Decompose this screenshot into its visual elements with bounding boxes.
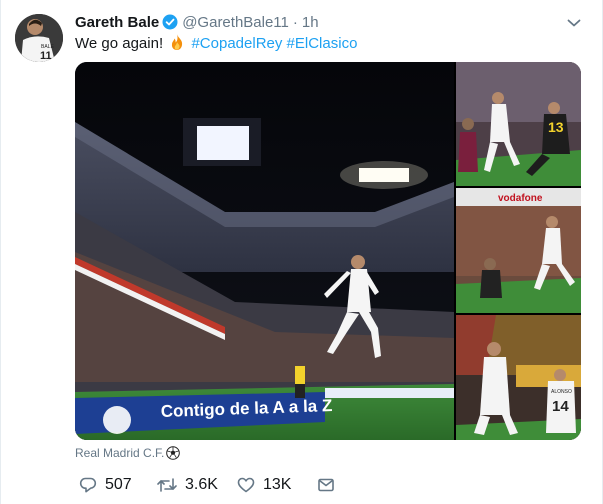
soccer-ball-emoji-icon	[166, 446, 181, 460]
media-attribution[interactable]: Real Madrid C.F.	[75, 446, 181, 460]
reply-button[interactable]: 507	[79, 476, 132, 494]
tweet-actions: 507 3.6K 13K	[75, 476, 375, 496]
like-icon	[237, 477, 255, 493]
reply-icon	[79, 477, 97, 493]
media-photo-side-1[interactable]: 13	[456, 62, 581, 186]
tweet-text: We go again! #CopadelRey #ElClasico	[75, 33, 357, 54]
media-grid: Contigo de la A a la Z 13 vodafone ALONS…	[75, 62, 581, 440]
author-name[interactable]: Gareth Bale	[75, 14, 159, 31]
side-jersey-number-3: 14	[552, 398, 569, 415]
direct-message-icon	[318, 478, 334, 492]
avatar[interactable]: BALE 11	[15, 14, 63, 62]
attribution-label: Real Madrid C.F.	[75, 446, 165, 460]
like-button[interactable]: 13K	[237, 476, 291, 494]
like-count: 13K	[263, 476, 292, 493]
tweet-card[interactable]: BALE 11 Gareth Bale @GarethBale11 · 1h W…	[0, 0, 603, 504]
author-handle[interactable]: @GarethBale11	[182, 14, 289, 31]
retweet-icon	[157, 478, 177, 492]
tweet-timestamp[interactable]: 1h	[302, 14, 319, 31]
tweet-text-body: We go again!	[75, 35, 164, 52]
chevron-down-icon[interactable]	[565, 14, 583, 32]
side-jersey-name-3: ALONSO	[551, 389, 572, 395]
media-photo-main[interactable]: Contigo de la A a la Z	[75, 62, 454, 440]
media-photo-side-2[interactable]: vodafone	[456, 188, 581, 313]
verified-icon	[162, 14, 178, 30]
hashtag-link[interactable]: #CopadelRey	[191, 35, 282, 52]
avatar-jersey-number: 11	[40, 50, 52, 62]
fire-emoji-icon	[169, 33, 185, 51]
hashtag-link[interactable]: #ElClasico	[287, 35, 358, 52]
separator-dot: ·	[292, 13, 298, 31]
media-photo-side-3[interactable]: ALONSO 14	[456, 315, 581, 440]
reply-count: 507	[105, 476, 132, 493]
retweet-button[interactable]: 3.6K	[157, 476, 218, 494]
direct-message-button[interactable]	[317, 476, 335, 494]
tweet-header: Gareth Bale @GarethBale11 · 1h	[75, 12, 319, 32]
retweet-count: 3.6K	[185, 476, 218, 493]
side-jersey-number-1: 13	[548, 119, 564, 135]
side-banner-text-2: vodafone	[498, 193, 543, 204]
